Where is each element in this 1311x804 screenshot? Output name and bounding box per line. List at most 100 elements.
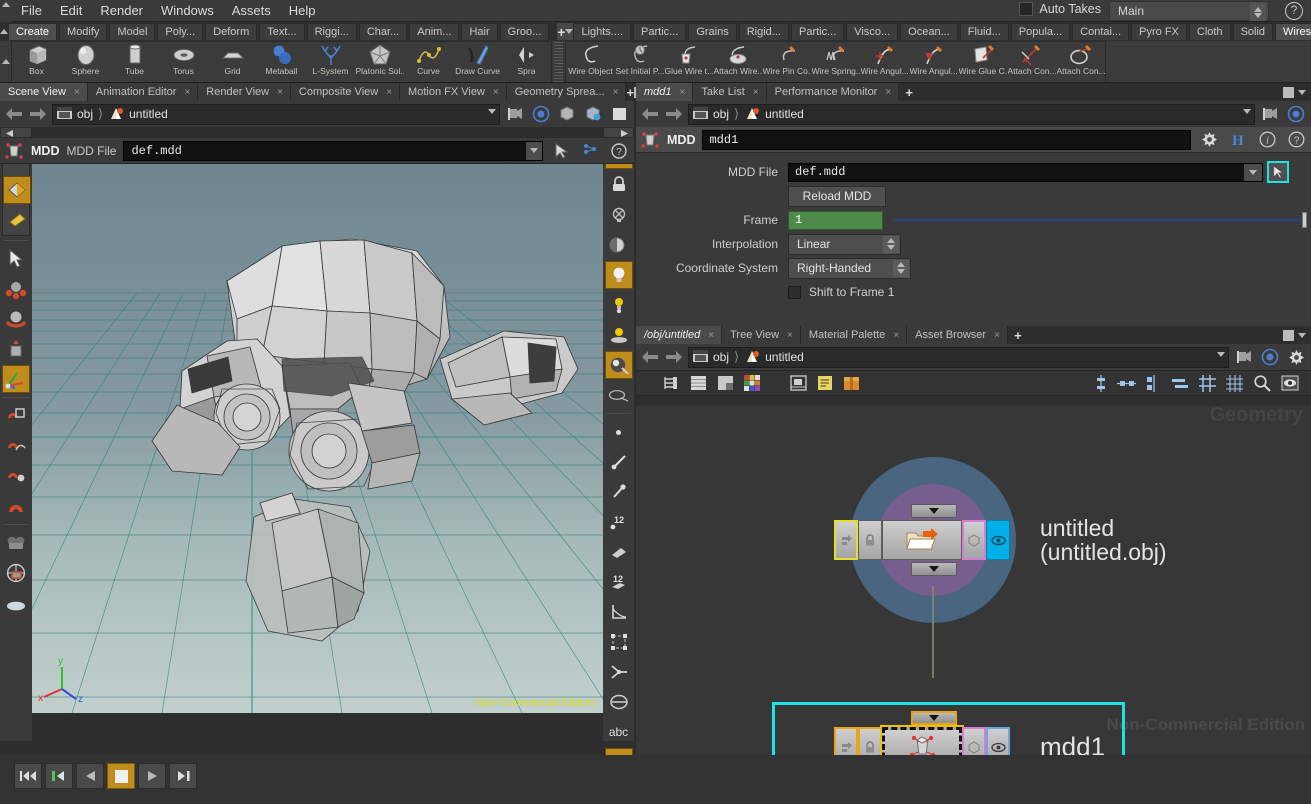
add-pane-tab-button[interactable]: + — [626, 83, 634, 101]
shelf-tool-sphere[interactable]: Sphere — [61, 42, 110, 83]
untitled-node-body[interactable] — [882, 520, 962, 560]
shelf-tab-fluids[interactable]: Fluid... — [959, 23, 1009, 40]
stop-button[interactable] — [107, 763, 135, 789]
tab-close-icon[interactable]: × — [893, 330, 899, 341]
parameter-path-field[interactable]: obj ⟩ untitled — [688, 103, 1255, 125]
network-notes-icon[interactable] — [817, 375, 833, 391]
mdd1-node-body[interactable] — [880, 725, 964, 755]
shelf-tab-populate[interactable]: Popula... — [1010, 23, 1071, 40]
target-icon[interactable] — [1259, 347, 1281, 368]
network-detail-layout-icon[interactable] — [717, 375, 734, 391]
shelf-tab-texture[interactable]: Text... — [259, 23, 305, 40]
shelf-tab-viscous[interactable]: Visco... — [846, 23, 899, 40]
shelf-tab-rigging[interactable]: Riggi... — [306, 23, 357, 40]
move-tool-icon[interactable] — [2, 275, 30, 303]
snap-to-grid-icon[interactable] — [2, 402, 30, 430]
arrow-select-icon[interactable] — [2, 245, 30, 273]
network-assets-icon[interactable] — [843, 376, 860, 391]
forward-icon[interactable] — [664, 104, 684, 124]
snap-to-point-icon[interactable] — [2, 462, 30, 490]
path-dropdown-icon[interactable] — [1243, 108, 1251, 114]
shelf-tool-wire-angular-spring[interactable]: Wire Angul... — [909, 42, 958, 83]
material-selection-icon[interactable] — [582, 104, 604, 125]
forward-icon[interactable] — [28, 104, 48, 124]
target-icon[interactable] — [530, 104, 552, 125]
network-node-mdd1[interactable]: mdd1 — [834, 711, 1105, 755]
shelf-tool-torus[interactable]: Torus — [159, 42, 208, 83]
shelf-tab-grains[interactable]: Grains — [688, 23, 737, 40]
network-grid-icon[interactable] — [1226, 374, 1243, 392]
shelf-section-grip[interactable] — [554, 41, 563, 82]
target-icon[interactable] — [1285, 104, 1307, 125]
mdd1-input-connector[interactable] — [911, 711, 957, 725]
hide-light-icon[interactable] — [605, 201, 633, 229]
viewport-canvas[interactable]: x y z persp1 no cam Non-Commercial Editi… — [32, 141, 603, 713]
tab-close-icon[interactable]: × — [708, 330, 714, 341]
object-selection-icon[interactable] — [556, 104, 578, 125]
maximize-pane-icon[interactable] — [1283, 86, 1294, 98]
pane-menu-icon[interactable] — [1298, 332, 1306, 338]
maximize-pane-icon[interactable] — [1283, 329, 1294, 341]
parm-field-frame[interactable]: 1 — [788, 210, 883, 230]
step-back-button[interactable] — [76, 763, 104, 789]
back-icon[interactable] — [640, 347, 660, 367]
help-icon[interactable]: ? — [1285, 2, 1303, 20]
point-normals-icon[interactable] — [605, 448, 633, 476]
tab-take-list[interactable]: Take List × — [693, 83, 767, 101]
tab-close-icon[interactable]: × — [386, 87, 392, 98]
mdd1-display-flag[interactable] — [986, 727, 1010, 755]
point-markers-icon[interactable] — [605, 478, 633, 506]
parm-field-mdd-file[interactable]: def.mdd — [788, 162, 1263, 182]
tab-close-icon[interactable]: × — [787, 330, 793, 341]
shelf-scroll-left-icon[interactable] — [0, 52, 11, 71]
display-options-icon[interactable] — [608, 104, 630, 125]
untitled-lock-flag[interactable] — [858, 520, 882, 560]
network-align-vertical-icon[interactable] — [1095, 374, 1107, 392]
menu-help[interactable]: Help — [280, 1, 325, 20]
point-display-icon[interactable] — [605, 418, 633, 446]
coordinate-system-combo[interactable]: Right-Handed — [788, 257, 911, 279]
shelf-tool-set-initial-pose[interactable]: Set Initial P... — [615, 42, 664, 83]
tab-close-icon[interactable]: × — [885, 87, 891, 98]
shelf-tab-deform[interactable]: Deform — [205, 23, 258, 40]
shelf-tab-pyrofx[interactable]: Pyro FX — [1131, 23, 1187, 40]
tab-composite-view[interactable]: Composite View × — [290, 83, 401, 101]
shelf-tab-poly[interactable]: Poly... — [157, 23, 204, 40]
shelf-tool-draw-curve[interactable]: Draw Curve — [453, 42, 502, 83]
untitled-template-flag[interactable] — [834, 520, 858, 560]
point-numbers-icon[interactable]: 12 — [605, 508, 633, 536]
tab-mdd1[interactable]: mdd1 × — [636, 83, 694, 101]
shelf-tab-wires[interactable]: Wires — [1275, 23, 1311, 40]
untitled-output-connector[interactable] — [911, 562, 957, 576]
camera-icon[interactable] — [2, 529, 30, 557]
add-network-tab-button[interactable]: + — [1008, 326, 1028, 344]
shelf-tool-glue-wire[interactable]: Glue Wire t... — [664, 42, 713, 83]
menu-assets[interactable]: Assets — [223, 1, 280, 20]
path-dropdown-icon[interactable] — [488, 108, 496, 114]
shelf-tool-wire-spring[interactable]: Wire Spring... — [811, 42, 860, 83]
shelf-tool-metaball[interactable]: Metaball — [257, 42, 306, 83]
shelf-tab-create[interactable]: Create — [8, 23, 58, 40]
viewport-layout-icon[interactable] — [2, 559, 30, 587]
shelf-tab-particlefluids[interactable]: Partic... — [790, 23, 845, 40]
network-display-options-icon[interactable] — [1281, 375, 1299, 391]
shelf-tool-curve[interactable]: Curve — [404, 42, 453, 83]
shelf-scroll-up-icon[interactable] — [0, 22, 8, 41]
tab-close-icon[interactable]: × — [184, 87, 190, 98]
mdd-parm-tree-icon[interactable] — [579, 140, 601, 161]
pin-icon[interactable] — [1233, 347, 1255, 368]
shelf-tool-lsystem[interactable]: L-System — [306, 42, 355, 83]
pin-icon[interactable] — [1259, 104, 1281, 125]
normals-display-icon[interactable] — [605, 658, 633, 686]
mdd-file-browse-icon[interactable] — [550, 140, 572, 161]
shelf-tool-box[interactable]: Box — [12, 42, 61, 83]
back-icon[interactable] — [640, 104, 660, 124]
shelf-tab-character[interactable]: Char... — [358, 23, 408, 40]
shelf-tool-grid[interactable]: Grid — [208, 42, 257, 83]
network-search-icon[interactable] — [1253, 374, 1271, 392]
shift-to-frame-checkbox[interactable] — [788, 285, 801, 299]
node-name-field[interactable]: mdd1 — [702, 129, 1191, 150]
capture-regions-icon[interactable] — [605, 688, 633, 716]
menu-edit[interactable]: Edit — [51, 1, 91, 20]
shelf-tab-modify[interactable]: Modify — [59, 23, 108, 40]
